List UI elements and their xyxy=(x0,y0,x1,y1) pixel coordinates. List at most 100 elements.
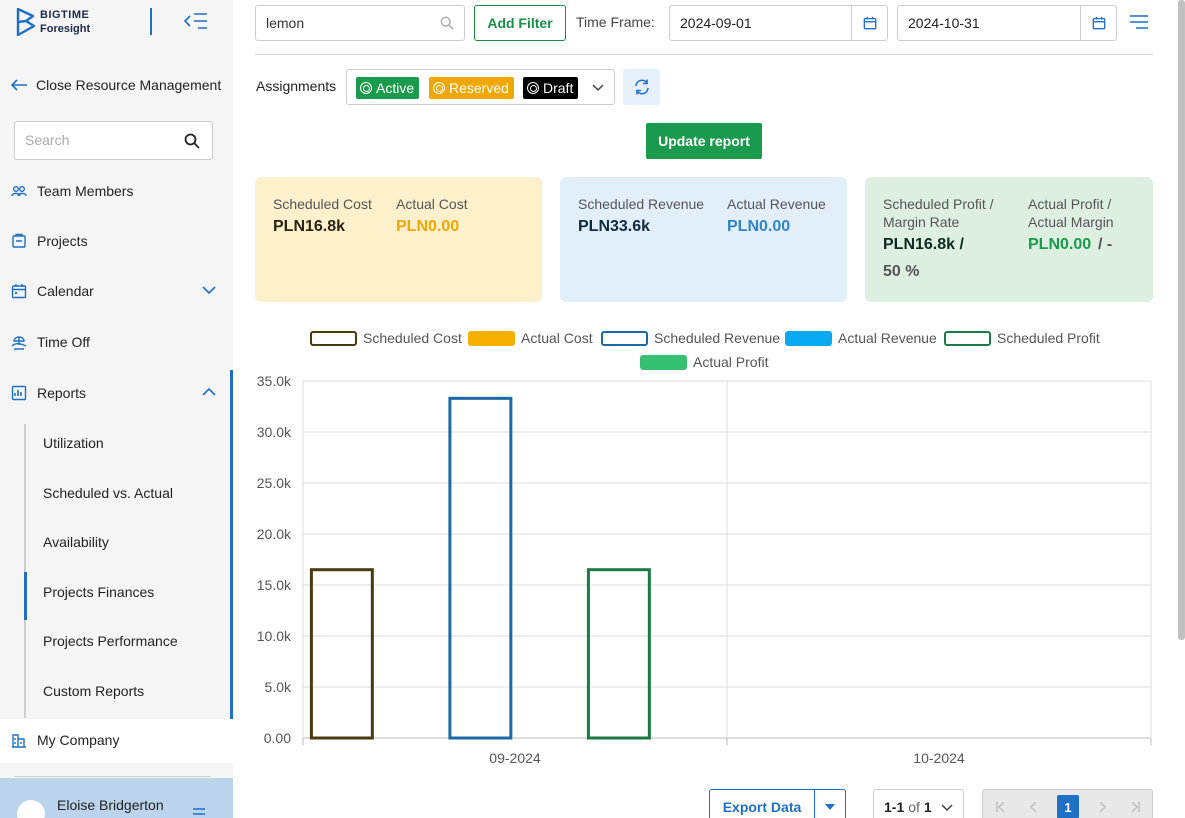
team-icon xyxy=(11,186,27,197)
current-page-button[interactable]: 1 xyxy=(1057,795,1079,818)
sidebar-item-label: Reports xyxy=(37,385,87,401)
brand-logo[interactable]: BIGTIME Foresight xyxy=(16,8,90,36)
legend-label: Actual Revenue xyxy=(838,330,937,346)
legend-swatch xyxy=(468,330,515,346)
sidebar-subitem-custom-reports[interactable]: Custom Reports xyxy=(43,676,228,706)
chip-active: Active xyxy=(356,77,420,99)
user-name: Eloise Bridgerton xyxy=(57,797,164,813)
first-page-button[interactable] xyxy=(983,790,1017,818)
profit-card: Scheduled Profit / Margin Rate PLN16.8k … xyxy=(865,177,1153,302)
export-dropdown-button[interactable] xyxy=(814,790,845,818)
back-label: Close Resource Management xyxy=(36,77,222,93)
sidebar-subitem-scheduled-vs-actual[interactable]: Scheduled vs. Actual xyxy=(43,478,228,508)
menu-icon[interactable] xyxy=(1129,14,1149,30)
assignments-select[interactable]: Active Reserved Draft xyxy=(346,69,615,105)
legend-scheduled-profit[interactable]: Scheduled Profit xyxy=(944,329,1100,347)
bar-scheduled-cost xyxy=(309,568,374,740)
avatar[interactable] xyxy=(17,800,45,818)
x-tick-label: 09-2024 xyxy=(489,750,541,766)
y-tick-label: 25.0k xyxy=(257,475,292,491)
page-total: 1 xyxy=(923,799,932,815)
calendar-icon xyxy=(1092,16,1105,30)
sidebar-item-label: Projects xyxy=(37,233,88,249)
actual-profit-label-1: Actual Profit / xyxy=(1028,196,1112,212)
page-range: 1-1 xyxy=(884,799,905,815)
status-icon xyxy=(433,82,445,94)
sidebar-subitem-utilization[interactable]: Utilization xyxy=(43,428,228,458)
logo-icon xyxy=(16,8,36,36)
y-tick-label: 30.0k xyxy=(257,424,292,440)
legend-scheduled-cost[interactable]: Scheduled Cost xyxy=(310,329,462,347)
sidebar-item-reports[interactable]: Reports xyxy=(0,373,233,413)
user-menu-icon[interactable] xyxy=(192,808,206,818)
search-icon[interactable] xyxy=(184,133,200,149)
y-tick-label: 15.0k xyxy=(257,577,292,593)
submenu-line xyxy=(24,424,26,718)
page-of: of xyxy=(908,799,920,815)
sidebar-item-projects[interactable]: Projects xyxy=(0,221,233,261)
sidebar-item-time-off[interactable]: Time Off xyxy=(0,322,233,362)
sidebar-item-calendar[interactable]: Calendar xyxy=(0,271,233,311)
scheduled-revenue-value: PLN33.6k xyxy=(578,218,651,235)
legend-label: Scheduled Revenue xyxy=(654,330,781,346)
update-report-button[interactable]: Update report xyxy=(646,123,762,159)
sidebar-subitem-projects-performance[interactable]: Projects Performance xyxy=(43,626,228,656)
next-page-button[interactable] xyxy=(1085,790,1119,818)
legend-actual-cost[interactable]: Actual Cost xyxy=(468,329,593,347)
legend-actual-revenue[interactable]: Actual Revenue xyxy=(785,329,937,347)
pagination: 1 xyxy=(982,789,1153,818)
brand-line2: Foresight xyxy=(40,23,91,35)
scheduled-cost-value: PLN16.8k xyxy=(273,218,346,235)
y-tick-label: 20.0k xyxy=(257,526,292,542)
date-to-field[interactable]: 2024-10-31 xyxy=(897,5,1117,41)
sidebar-subitem-availability[interactable]: Availability xyxy=(43,527,228,557)
assignments-label: Assignments xyxy=(256,78,337,94)
sidebar-subitem-projects-finances[interactable]: Projects Finances xyxy=(43,577,228,607)
export-data-button[interactable]: Export Data xyxy=(710,790,814,818)
close-resource-management-link[interactable]: Close Resource Management xyxy=(10,72,225,98)
reports-icon xyxy=(11,385,27,401)
scheduled-profit-label-2: Margin Rate xyxy=(883,214,960,230)
chevron-right-icon xyxy=(1099,801,1106,813)
sidebar-search-input[interactable] xyxy=(25,132,175,148)
sidebar-item-label: Team Members xyxy=(37,183,134,199)
actual-margin-value: / - xyxy=(1098,236,1113,253)
chip-label: Draft xyxy=(543,80,574,96)
filter-search-input[interactable] xyxy=(266,15,426,31)
caret-down-icon xyxy=(825,804,835,810)
chip-reserved: Reserved xyxy=(429,77,514,99)
last-page-button[interactable] xyxy=(1119,790,1153,818)
actual-revenue-label: Actual Revenue xyxy=(727,196,826,212)
page-range-select[interactable]: 1-1 of 1 xyxy=(873,789,964,818)
revenue-card: Scheduled Revenue PLN33.6k Actual Revenu… xyxy=(560,177,847,302)
date-from-picker-button[interactable] xyxy=(851,6,887,40)
chevron-down-icon[interactable] xyxy=(202,285,216,295)
calendar-icon xyxy=(863,16,876,30)
user-profile[interactable]: Eloise Bridgerton xyxy=(0,778,233,818)
page-scrollbar[interactable] xyxy=(1178,0,1185,640)
sidebar: BIGTIME Foresight Close Resource Managem… xyxy=(0,0,233,818)
refresh-button[interactable] xyxy=(623,69,660,105)
calendar-icon xyxy=(11,284,27,299)
legend-actual-profit[interactable]: Actual Profit xyxy=(640,353,768,371)
y-tick-label: 0.00 xyxy=(264,730,291,746)
sidebar-item-team-members[interactable]: Team Members xyxy=(0,171,233,211)
sidebar-item-my-company[interactable]: My Company xyxy=(0,720,233,760)
refresh-icon xyxy=(634,79,649,95)
arrow-left-icon xyxy=(10,79,27,91)
date-from-field[interactable]: 2024-09-01 xyxy=(669,5,888,41)
search-icon[interactable] xyxy=(440,16,454,30)
collapse-menu-icon xyxy=(183,13,207,29)
margin-rate-value: 50 % xyxy=(883,263,920,280)
bar-scheduled-profit xyxy=(586,568,651,740)
legend-scheduled-revenue[interactable]: Scheduled Revenue xyxy=(601,329,780,347)
company-icon xyxy=(12,734,26,748)
actual-profit-label-2: Actual Margin xyxy=(1028,214,1114,230)
date-to-picker-button[interactable] xyxy=(1080,6,1116,40)
y-tick-label: 35.0k xyxy=(257,373,292,389)
collapse-sidebar-button[interactable] xyxy=(183,10,209,32)
brand-line1: BIGTIME xyxy=(40,9,90,21)
prev-page-button[interactable] xyxy=(1017,790,1051,818)
add-filter-button[interactable]: Add Filter xyxy=(474,5,566,41)
chevron-up-icon[interactable] xyxy=(202,387,216,397)
